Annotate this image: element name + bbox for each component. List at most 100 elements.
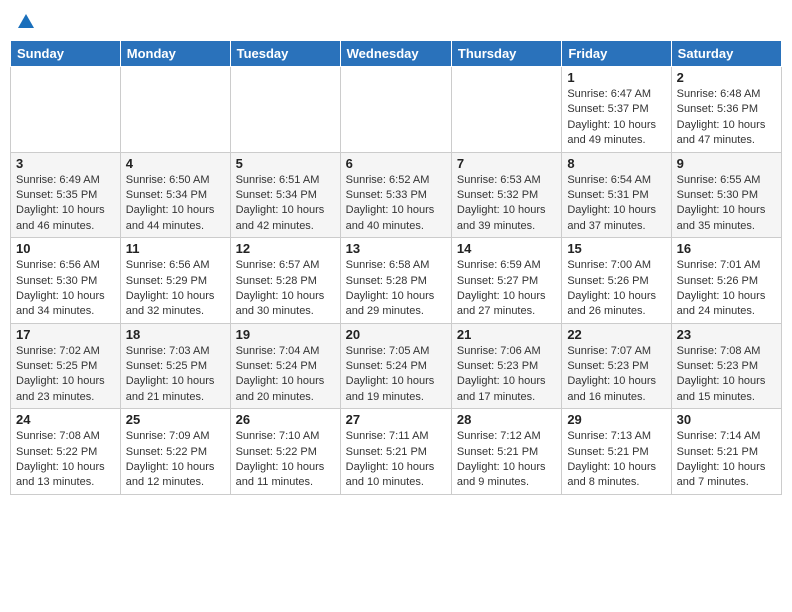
day-number: 23 [677,327,776,342]
weekday-header-saturday: Saturday [671,41,781,67]
day-number: 28 [457,412,556,427]
weekday-header-row: SundayMondayTuesdayWednesdayThursdayFrid… [11,41,782,67]
day-info: Sunrise: 6:58 AMSunset: 5:28 PMDaylight:… [346,258,446,320]
day-number: 6 [346,156,446,171]
day-info: Sunrise: 6:48 AMSunset: 5:36 PMDaylight:… [677,87,776,149]
calendar-cell: 5 Sunrise: 6:51 AMSunset: 5:34 PMDaylight… [230,152,340,238]
weekday-header-sunday: Sunday [11,41,121,67]
calendar-cell: 21 Sunrise: 7:06 AMSunset: 5:23 PMDayligh… [451,323,561,409]
day-number: 8 [567,156,665,171]
calendar-cell: 11 Sunrise: 6:56 AMSunset: 5:29 PMDayligh… [120,238,230,324]
logo [16,14,34,30]
calendar-cell [11,67,121,153]
week-row-3: 10 Sunrise: 6:56 AMSunset: 5:30 PMDayligh… [11,238,782,324]
day-number: 14 [457,241,556,256]
day-info: Sunrise: 7:14 AMSunset: 5:21 PMDaylight:… [677,429,776,491]
calendar-cell [120,67,230,153]
day-number: 24 [16,412,115,427]
calendar-cell: 13 Sunrise: 6:58 AMSunset: 5:28 PMDayligh… [340,238,451,324]
calendar-cell: 29 Sunrise: 7:13 AMSunset: 5:21 PMDayligh… [562,409,671,495]
calendar-cell: 7 Sunrise: 6:53 AMSunset: 5:32 PMDaylight… [451,152,561,238]
day-number: 4 [126,156,225,171]
week-row-1: 1 Sunrise: 6:47 AMSunset: 5:37 PMDaylight… [11,67,782,153]
day-info: Sunrise: 7:00 AMSunset: 5:26 PMDaylight:… [567,258,665,320]
day-info: Sunrise: 6:52 AMSunset: 5:33 PMDaylight:… [346,173,446,235]
header [10,10,782,34]
logo-triangle-icon [18,14,34,28]
day-number: 15 [567,241,665,256]
day-number: 5 [236,156,335,171]
weekday-header-friday: Friday [562,41,671,67]
day-info: Sunrise: 7:09 AMSunset: 5:22 PMDaylight:… [126,429,225,491]
calendar-cell: 17 Sunrise: 7:02 AMSunset: 5:25 PMDayligh… [11,323,121,409]
day-info: Sunrise: 6:47 AMSunset: 5:37 PMDaylight:… [567,87,665,149]
calendar-cell: 8Sunrise: 6:54 AMSunset: 5:31 PMDaylight… [562,152,671,238]
day-info: Sunrise: 7:03 AMSunset: 5:25 PMDaylight:… [126,344,225,406]
calendar-cell: 19 Sunrise: 7:04 AMSunset: 5:24 PMDayligh… [230,323,340,409]
day-info: Sunrise: 6:53 AMSunset: 5:32 PMDaylight:… [457,173,556,235]
day-info: Sunrise: 7:11 AMSunset: 5:21 PMDaylight:… [346,429,446,491]
day-info: Sunrise: 7:04 AMSunset: 5:24 PMDaylight:… [236,344,335,406]
weekday-header-tuesday: Tuesday [230,41,340,67]
week-row-5: 24 Sunrise: 7:08 AMSunset: 5:22 PMDayligh… [11,409,782,495]
weekday-header-thursday: Thursday [451,41,561,67]
calendar-cell: 6 Sunrise: 6:52 AMSunset: 5:33 PMDaylight… [340,152,451,238]
calendar-cell: 25 Sunrise: 7:09 AMSunset: 5:22 PMDayligh… [120,409,230,495]
day-number: 22 [567,327,665,342]
calendar-cell [230,67,340,153]
day-info: Sunrise: 7:02 AMSunset: 5:25 PMDaylight:… [16,344,115,406]
day-info: Sunrise: 7:05 AMSunset: 5:24 PMDaylight:… [346,344,446,406]
calendar-cell: 30 Sunrise: 7:14 AMSunset: 5:21 PMDayligh… [671,409,781,495]
day-number: 7 [457,156,556,171]
day-number: 12 [236,241,335,256]
day-number: 11 [126,241,225,256]
day-info: Sunrise: 6:51 AMSunset: 5:34 PMDaylight:… [236,173,335,235]
day-info: Sunrise: 7:08 AMSunset: 5:23 PMDaylight:… [677,344,776,406]
day-info: Sunrise: 7:12 AMSunset: 5:21 PMDaylight:… [457,429,556,491]
day-info: Sunrise: 7:07 AMSunset: 5:23 PMDaylight:… [567,344,665,406]
day-info: Sunrise: 6:59 AMSunset: 5:27 PMDaylight:… [457,258,556,320]
day-number: 19 [236,327,335,342]
week-row-4: 17 Sunrise: 7:02 AMSunset: 5:25 PMDayligh… [11,323,782,409]
day-number: 10 [16,241,115,256]
day-number: 26 [236,412,335,427]
day-info: Sunrise: 6:55 AMSunset: 5:30 PMDaylight:… [677,173,776,235]
weekday-header-monday: Monday [120,41,230,67]
day-info: Sunrise: 7:08 AMSunset: 5:22 PMDaylight:… [16,429,115,491]
calendar-cell: 15 Sunrise: 7:00 AMSunset: 5:26 PMDayligh… [562,238,671,324]
day-info: Sunrise: 6:50 AMSunset: 5:34 PMDaylight:… [126,173,225,235]
calendar-cell [340,67,451,153]
day-info: Sunrise: 7:01 AMSunset: 5:26 PMDaylight:… [677,258,776,320]
day-info: Sunrise: 6:56 AMSunset: 5:29 PMDaylight:… [126,258,225,320]
day-number: 2 [677,70,776,85]
weekday-header-wednesday: Wednesday [340,41,451,67]
calendar-cell: 22 Sunrise: 7:07 AMSunset: 5:23 PMDayligh… [562,323,671,409]
day-number: 20 [346,327,446,342]
day-number: 9 [677,156,776,171]
day-number: 30 [677,412,776,427]
calendar-cell: 24 Sunrise: 7:08 AMSunset: 5:22 PMDayligh… [11,409,121,495]
day-number: 27 [346,412,446,427]
day-info: Sunrise: 7:13 AMSunset: 5:21 PMDaylight:… [567,429,665,491]
day-info: Sunrise: 7:10 AMSunset: 5:22 PMDaylight:… [236,429,335,491]
calendar-cell: 2 Sunrise: 6:48 AMSunset: 5:36 PMDaylight… [671,67,781,153]
day-number: 21 [457,327,556,342]
calendar-cell: 1 Sunrise: 6:47 AMSunset: 5:37 PMDaylight… [562,67,671,153]
calendar-cell: 27 Sunrise: 7:11 AMSunset: 5:21 PMDayligh… [340,409,451,495]
calendar-cell: 28 Sunrise: 7:12 AMSunset: 5:21 PMDayligh… [451,409,561,495]
week-row-2: 3Sunrise: 6:49 AMSunset: 5:35 PMDaylight… [11,152,782,238]
day-number: 1 [567,70,665,85]
calendar-cell: 23 Sunrise: 7:08 AMSunset: 5:23 PMDayligh… [671,323,781,409]
day-number: 18 [126,327,225,342]
day-number: 25 [126,412,225,427]
calendar-cell: 20 Sunrise: 7:05 AMSunset: 5:24 PMDayligh… [340,323,451,409]
day-number: 17 [16,327,115,342]
calendar-cell: 4 Sunrise: 6:50 AMSunset: 5:34 PMDaylight… [120,152,230,238]
day-info: Sunrise: 7:06 AMSunset: 5:23 PMDaylight:… [457,344,556,406]
calendar-cell: 10 Sunrise: 6:56 AMSunset: 5:30 PMDayligh… [11,238,121,324]
calendar: SundayMondayTuesdayWednesdayThursdayFrid… [10,40,782,495]
day-number: 29 [567,412,665,427]
calendar-cell [451,67,561,153]
day-number: 13 [346,241,446,256]
day-info: Sunrise: 6:56 AMSunset: 5:30 PMDaylight:… [16,258,115,320]
